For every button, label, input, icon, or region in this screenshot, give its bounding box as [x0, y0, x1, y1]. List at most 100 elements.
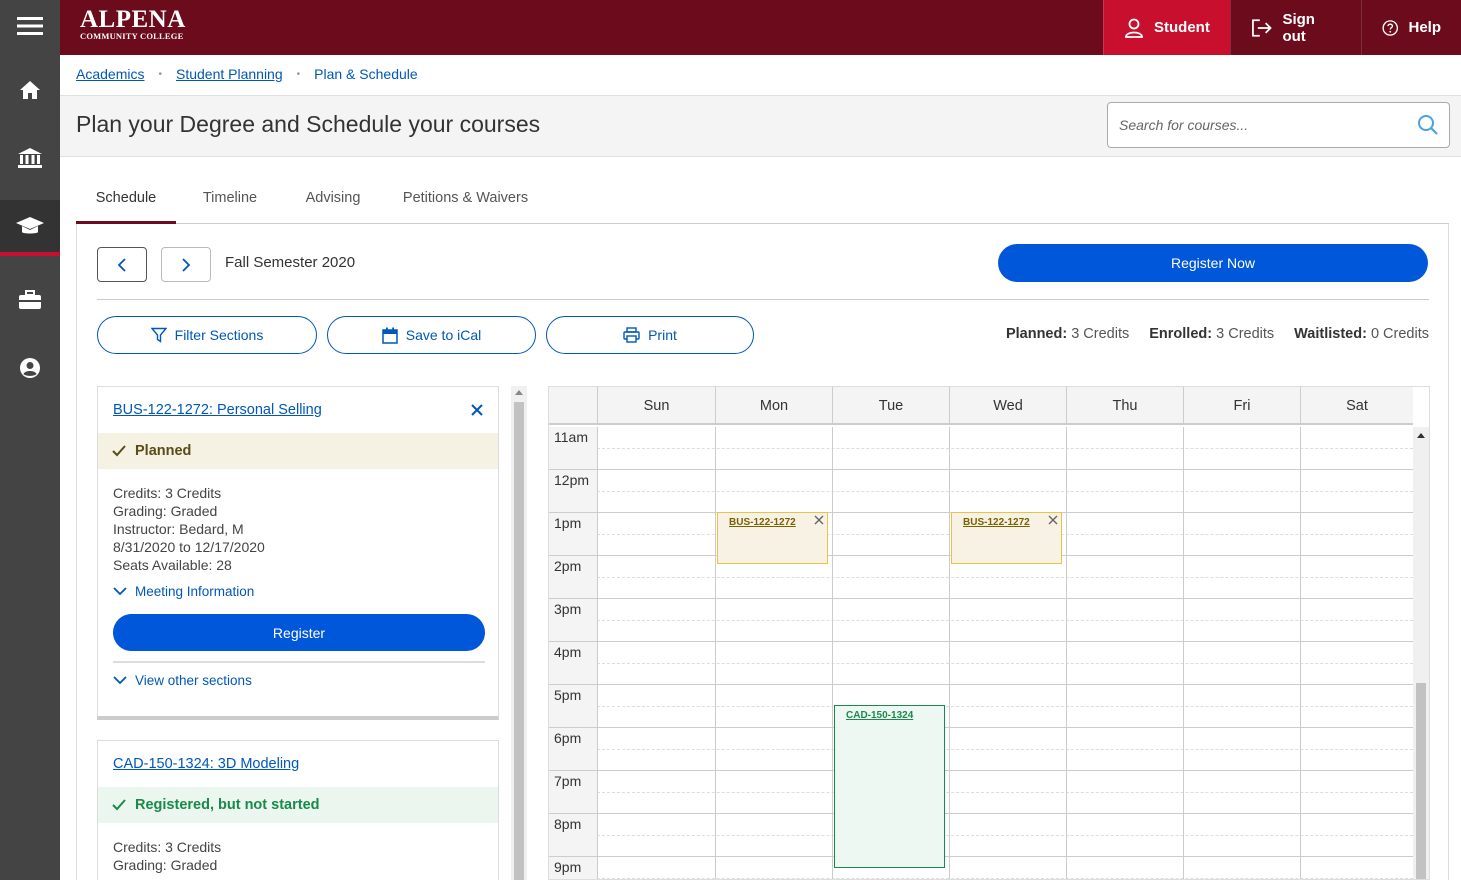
event-label[interactable]: BUS-122-1272	[729, 517, 796, 528]
breadcrumb-separator: •	[296, 68, 301, 80]
hour-label: 9pm	[554, 859, 582, 875]
scrollbar-thumb[interactable]	[514, 402, 524, 880]
register-button[interactable]: Register	[113, 614, 485, 651]
event-label[interactable]: CAD-150-1324	[846, 710, 913, 721]
tab-petitions-waivers[interactable]: Petitions & Waivers	[392, 180, 539, 224]
calendar-event-mon[interactable]: BUS-122-1272	[717, 512, 828, 564]
course-card: CAD-150-1324: 3D Modeling Registered, bu…	[97, 740, 499, 880]
logo-name: ALPENA	[80, 6, 186, 33]
calendar-header: Sun Mon Tue Wed Thu Fri Sat	[549, 387, 1413, 425]
breadcrumb-academics[interactable]: Academics	[76, 66, 144, 82]
print-button[interactable]: Print	[546, 316, 754, 354]
weekly-calendar: Sun Mon Tue Wed Thu Fri Sat 11am 12pm 1p…	[548, 386, 1430, 880]
day-divider	[832, 427, 833, 879]
hour-row: 11am	[549, 427, 1413, 470]
day-header: Sat	[1300, 387, 1413, 425]
course-title-link[interactable]: CAD-150-1324: 3D Modeling	[113, 756, 299, 772]
student-button[interactable]: Student	[1103, 0, 1230, 55]
help-label: Help	[1408, 19, 1441, 36]
day-divider	[949, 427, 950, 879]
day-header: Wed	[949, 387, 1066, 425]
day-header: Mon	[715, 387, 832, 425]
logo-subtitle: COMMUNITY COLLEGE	[80, 31, 184, 41]
scrollbar-thumb[interactable]	[1416, 683, 1426, 879]
day-divider	[1300, 427, 1301, 879]
institution-icon[interactable]	[0, 132, 60, 184]
hour-row: 5pm	[549, 685, 1413, 728]
menu-icon[interactable]	[0, 0, 60, 52]
scroll-up-icon[interactable]	[1417, 433, 1425, 438]
view-other-sections-label: View other sections	[135, 673, 252, 688]
college-logo[interactable]: ALPENA COMMUNITY COLLEGE	[80, 6, 186, 41]
student-label: Student	[1154, 19, 1210, 36]
hour-label: 5pm	[554, 687, 582, 703]
remove-event-icon[interactable]	[814, 515, 824, 528]
hour-row: 9pm	[549, 857, 1413, 879]
course-search	[1107, 102, 1450, 148]
hour-label: 4pm	[554, 644, 582, 660]
course-credits: Credits: 3 Credits	[113, 839, 222, 855]
filter-sections-label: Filter Sections	[174, 327, 264, 343]
hour-label: 12pm	[554, 472, 590, 488]
course-card: BUS-122-1272: Personal Selling Planned C…	[97, 386, 499, 720]
status-badge: Registered, but not started	[98, 787, 498, 823]
meeting-information-toggle[interactable]: Meeting Information	[113, 584, 254, 599]
course-grading: Grading: Graded	[113, 503, 218, 519]
status-badge: Planned	[98, 433, 498, 469]
sign-out-button[interactable]: Sign out	[1230, 0, 1361, 55]
briefcase-icon[interactable]	[0, 274, 60, 326]
course-title-link[interactable]: BUS-122-1272: Personal Selling	[113, 402, 322, 418]
hour-label: 3pm	[554, 601, 582, 617]
hour-label: 1pm	[554, 515, 582, 531]
check-icon	[112, 445, 126, 457]
user-circle-icon[interactable]	[0, 342, 60, 394]
hour-label: 6pm	[554, 730, 582, 746]
tab-bar: Schedule Timeline Advising Petitions & W…	[76, 180, 1449, 224]
status-label: Planned	[135, 443, 192, 459]
breadcrumb-student-planning[interactable]: Student Planning	[176, 66, 283, 82]
save-to-ical-button[interactable]: Save to iCal	[327, 316, 536, 354]
hour-row: 12pm	[549, 470, 1413, 513]
hour-row: 4pm	[549, 642, 1413, 685]
chevron-right-icon	[182, 257, 191, 272]
day-header: Fri	[1183, 387, 1300, 425]
scroll-up-icon[interactable]	[515, 390, 523, 395]
calendar-event-tue[interactable]: CAD-150-1324	[834, 705, 945, 868]
planned-credits: Planned: 3 Credits	[1005, 326, 1130, 342]
filter-sections-button[interactable]: Filter Sections	[97, 316, 317, 354]
hour-row: 3pm	[549, 599, 1413, 642]
hour-label: 11am	[554, 429, 588, 445]
previous-term-button[interactable]	[97, 247, 147, 282]
print-label: Print	[648, 327, 677, 343]
divider	[97, 299, 1429, 300]
remove-course-icon[interactable]	[470, 403, 484, 422]
register-now-button[interactable]: Register Now	[998, 244, 1428, 282]
hour-row: 6pm	[549, 728, 1413, 771]
home-icon[interactable]	[0, 64, 60, 116]
remove-event-icon[interactable]	[1048, 515, 1058, 528]
calendar-event-wed[interactable]: BUS-122-1272	[951, 512, 1062, 564]
next-term-button[interactable]	[161, 247, 211, 282]
day-header: Tue	[832, 387, 949, 425]
tab-timeline[interactable]: Timeline	[182, 180, 278, 224]
top-header: ALPENA COMMUNITY COLLEGE Student Sign ou…	[60, 0, 1461, 55]
day-divider	[1066, 427, 1067, 879]
day-divider	[1183, 427, 1184, 879]
view-other-sections-toggle[interactable]: View other sections	[113, 673, 252, 688]
course-list-scrollbar[interactable]	[511, 386, 527, 880]
calendar-scrollbar[interactable]	[1413, 427, 1429, 879]
user-icon	[1125, 18, 1143, 38]
event-label[interactable]: BUS-122-1272	[963, 517, 1030, 528]
day-header: Thu	[1066, 387, 1183, 425]
help-button[interactable]: Help	[1361, 0, 1461, 55]
day-divider	[597, 427, 598, 879]
search-input[interactable]	[1108, 103, 1398, 147]
tab-advising[interactable]: Advising	[286, 180, 380, 224]
search-icon[interactable]	[1417, 114, 1439, 141]
credit-summary: Planned: 3 Credits Enrolled: 3 Credits W…	[1006, 326, 1429, 342]
chevron-left-icon	[117, 257, 126, 272]
graduation-cap-icon[interactable]	[0, 200, 60, 256]
day-divider	[715, 427, 716, 879]
tab-schedule[interactable]: Schedule	[76, 180, 176, 224]
chevron-down-icon	[113, 676, 127, 685]
